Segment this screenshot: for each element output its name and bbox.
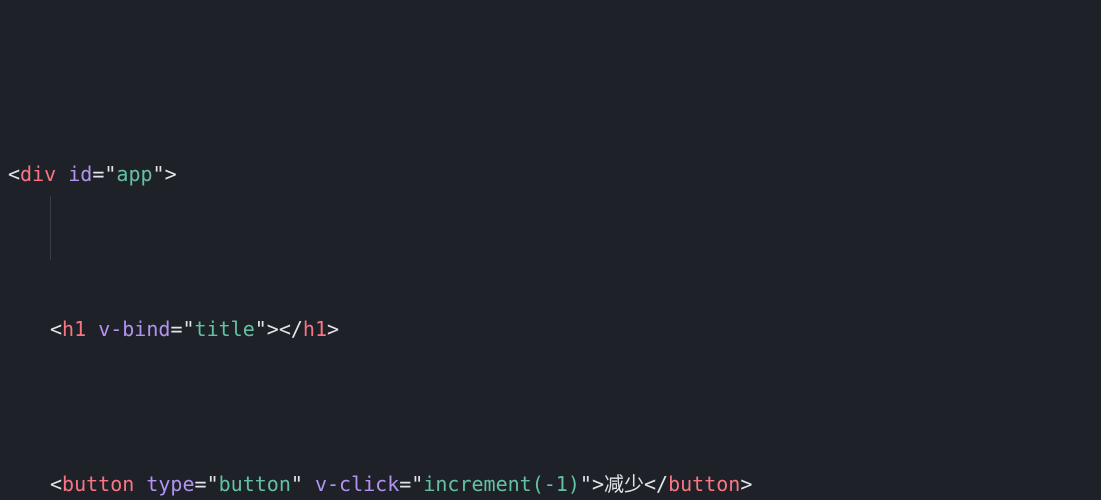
code-line: <div id="app"> bbox=[8, 159, 1093, 190]
code-line: <h1 v-bind="title"></h1> bbox=[8, 314, 1093, 345]
code-line: <button type="button" v-click="increment… bbox=[8, 469, 1093, 500]
code-editor[interactable]: <div id="app"> <h1 v-bind="title"></h1> … bbox=[0, 0, 1101, 500]
indent-guide bbox=[50, 196, 51, 260]
